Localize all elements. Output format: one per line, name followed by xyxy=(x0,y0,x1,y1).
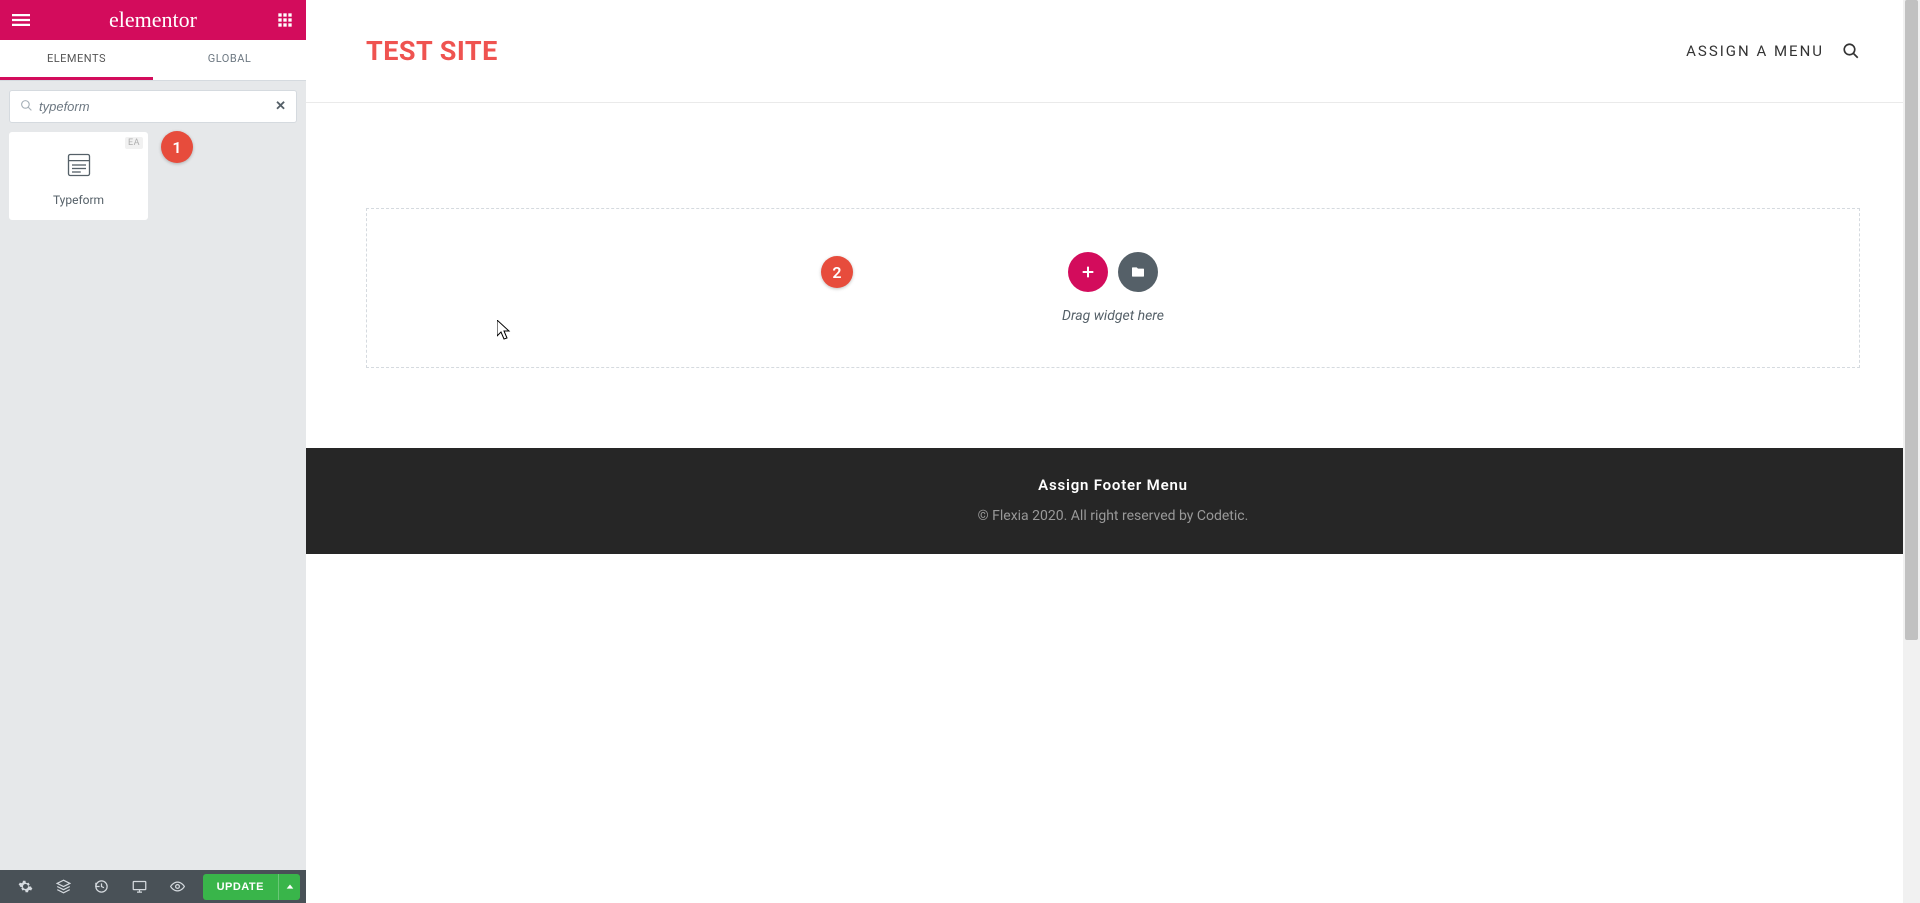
settings-gear-icon[interactable] xyxy=(6,870,44,903)
widget-search-box: ✕ xyxy=(9,90,297,123)
sidebar-header: elementor xyxy=(0,0,306,40)
scrollbar-thumb[interactable] xyxy=(1905,0,1918,640)
widgets-list: EA Typeform xyxy=(0,132,306,220)
tab-elements[interactable]: ELEMENTS xyxy=(0,40,153,80)
site-nav: ASSIGN A MENU xyxy=(1686,42,1860,60)
widget-badge: EA xyxy=(125,137,143,149)
add-section-button[interactable] xyxy=(1068,252,1108,292)
form-icon xyxy=(65,151,93,179)
search-wrap: ✕ xyxy=(0,81,306,132)
nav-search-icon[interactable] xyxy=(1842,42,1860,60)
brand-logo: elementor xyxy=(109,7,197,33)
apps-grid-icon[interactable] xyxy=(274,9,296,31)
template-folder-button[interactable] xyxy=(1118,252,1158,292)
menu-hamburger-icon[interactable] xyxy=(10,9,32,31)
responsive-desktop-icon[interactable] xyxy=(120,870,158,903)
update-button-group: UPDATE xyxy=(203,874,300,900)
site-footer: Assign Footer Menu © Flexia 2020. All ri… xyxy=(306,448,1920,554)
widget-search-input[interactable] xyxy=(33,99,275,114)
update-button[interactable]: UPDATE xyxy=(203,874,278,900)
footer-copyright: © Flexia 2020. All right reserved by Cod… xyxy=(306,508,1920,524)
elementor-sidebar: elementor ELEMENTS GLOBAL ✕ EA Typeform xyxy=(0,0,306,903)
sidebar-footer: UPDATE xyxy=(0,870,306,903)
content-area: Drag widget here xyxy=(306,103,1920,448)
dropzone-buttons xyxy=(1068,252,1158,292)
cursor-pointer-icon xyxy=(497,320,513,344)
vertical-scrollbar[interactable] xyxy=(1903,0,1920,903)
section-dropzone[interactable]: Drag widget here xyxy=(366,208,1860,368)
tab-global[interactable]: GLOBAL xyxy=(153,40,306,80)
editor-canvas: TEST SITE ASSIGN A MENU Drag widget here… xyxy=(306,0,1920,903)
sidebar-tabs: ELEMENTS GLOBAL xyxy=(0,40,306,81)
nav-assign-menu[interactable]: ASSIGN A MENU xyxy=(1686,42,1824,60)
clear-search-icon[interactable]: ✕ xyxy=(275,99,286,114)
footer-menu-title[interactable]: Assign Footer Menu xyxy=(306,476,1920,494)
widget-label: Typeform xyxy=(53,193,104,207)
dropzone-hint: Drag widget here xyxy=(1062,308,1164,324)
navigator-layers-icon[interactable] xyxy=(44,870,82,903)
annotation-marker-2: 2 xyxy=(821,256,853,288)
search-icon xyxy=(20,97,33,116)
widget-typeform[interactable]: EA Typeform xyxy=(9,132,148,220)
annotation-marker-1: 1 xyxy=(161,131,193,163)
update-options-caret-icon[interactable] xyxy=(278,874,300,900)
site-title[interactable]: TEST SITE xyxy=(366,35,498,67)
preview-eye-icon[interactable] xyxy=(158,870,196,903)
history-icon[interactable] xyxy=(82,870,120,903)
site-header: TEST SITE ASSIGN A MENU xyxy=(306,0,1920,103)
